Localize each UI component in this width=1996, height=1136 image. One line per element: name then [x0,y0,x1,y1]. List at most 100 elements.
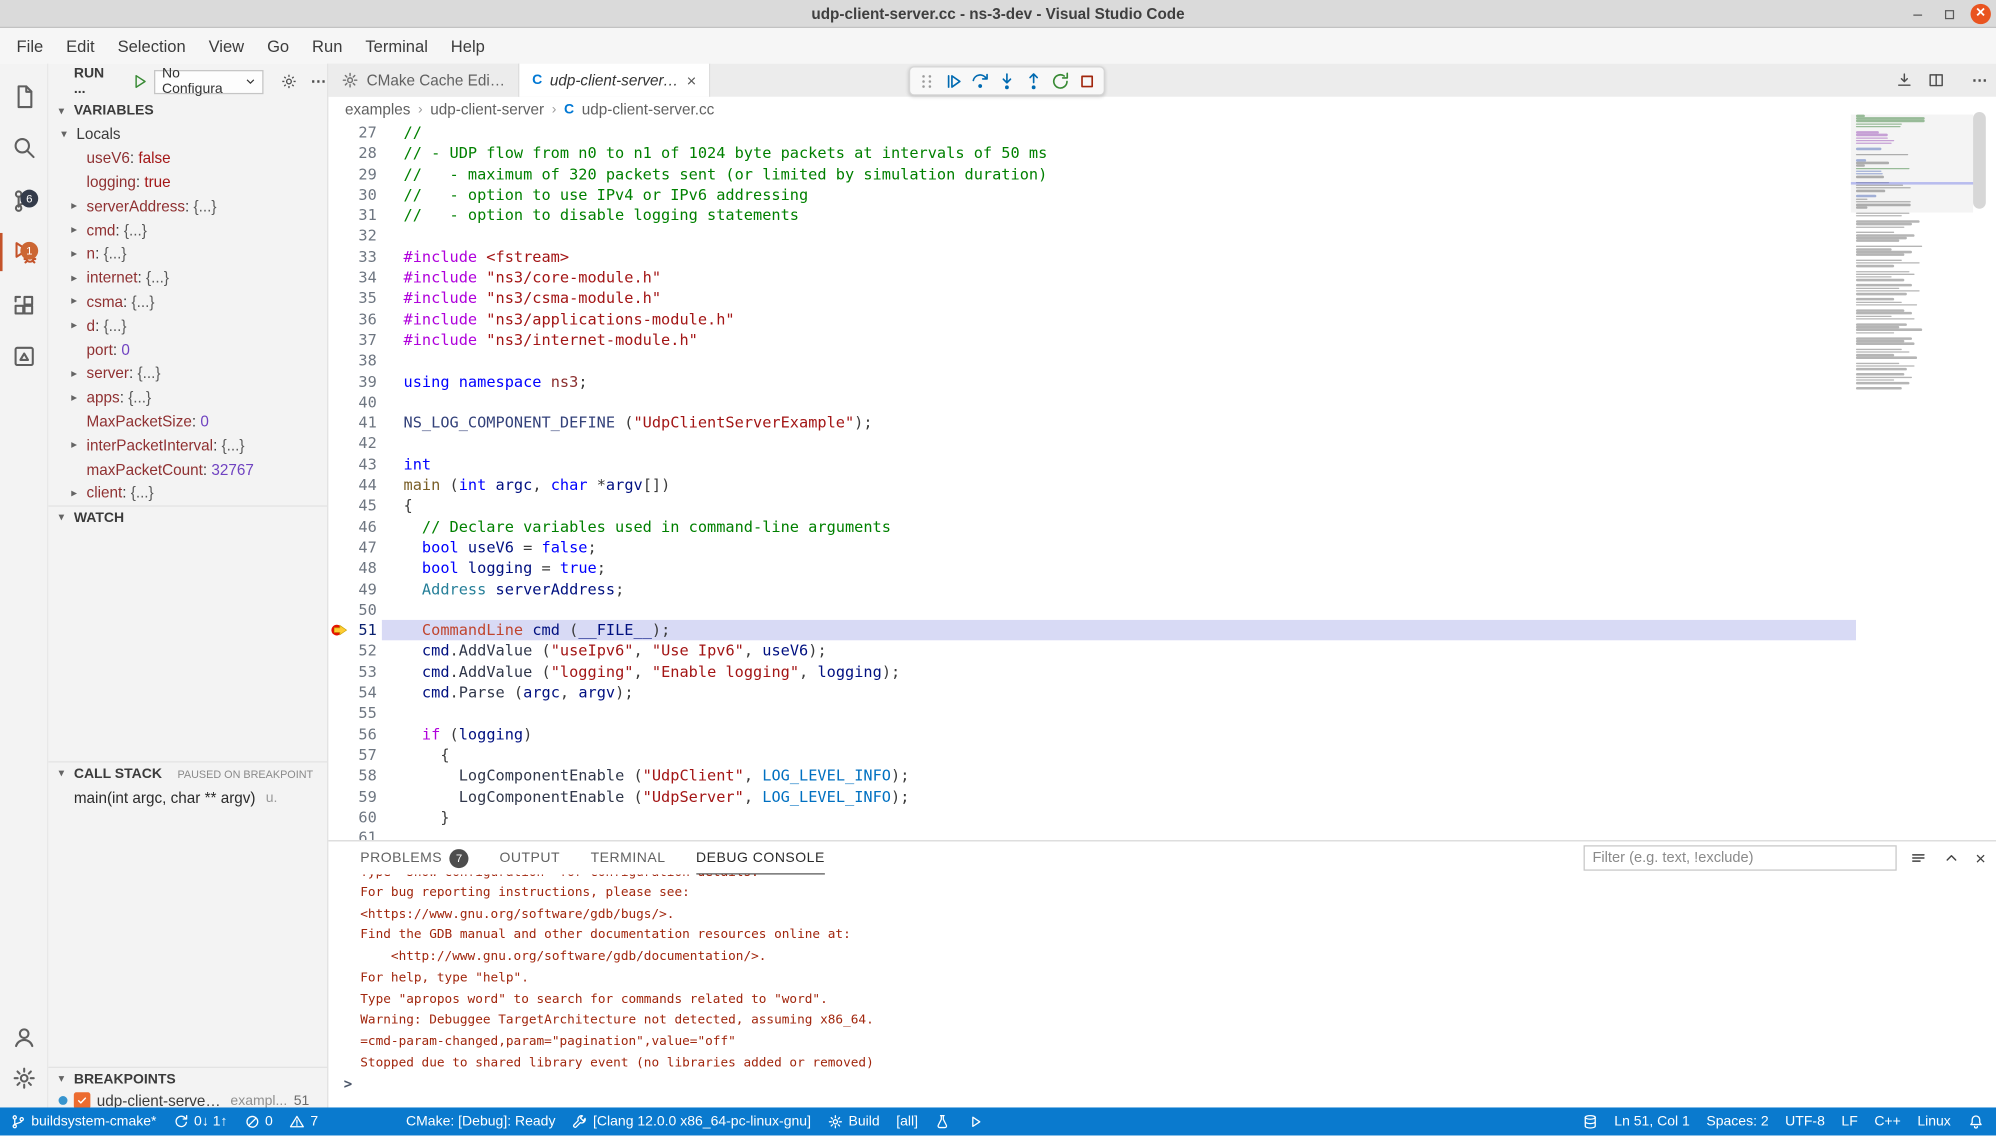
status-bell[interactable] [1967,1107,1983,1135]
status-0-1[interactable]: 0↓ 1↑ [173,1107,227,1135]
line-number[interactable]: 36 [328,309,376,330]
status-linux[interactable]: Linux [1917,1107,1950,1135]
status-cmake-debug-ready[interactable]: CMake: [Debug]: Ready [406,1107,555,1135]
line-number[interactable]: 40 [328,392,376,413]
breadcrumb-item[interactable]: udp-client-server.cc [582,101,714,119]
line-number[interactable]: 37 [328,330,376,351]
chevron-down-icon[interactable]: ▾ [61,127,67,141]
debug-settings-gear-icon[interactable] [280,73,298,91]
variable-row[interactable]: ▸n: {...} [48,242,327,266]
menu-help[interactable]: Help [439,28,496,64]
variable-row[interactable]: ▸cmd: {...} [48,218,327,242]
line-number[interactable]: 52 [328,641,376,662]
breakpoints-section-header[interactable]: ▾ BREAKPOINTS [48,1067,327,1090]
console-prompt[interactable]: > [344,1075,1971,1096]
variable-row[interactable]: ▸server: {...} [48,361,327,385]
activity-account-icon[interactable] [0,1016,47,1059]
maximize-button[interactable] [1939,4,1959,24]
line-number[interactable]: 28 [328,143,376,164]
status-beaker[interactable] [935,1107,951,1135]
line-number[interactable]: 34 [328,267,376,288]
chevron-right-icon[interactable]: ▸ [71,438,77,452]
line-number[interactable]: 39 [328,371,376,392]
variable-row[interactable]: ▸csma: {...} [48,290,327,314]
line-number[interactable]: 46 [328,516,376,537]
line-number[interactable]: 44 [328,475,376,496]
stop-button[interactable] [1077,71,1097,91]
variable-row[interactable]: logging: true [48,170,327,194]
status-all[interactable]: [all] [896,1107,918,1135]
line-number[interactable]: 56 [328,724,376,745]
variable-row[interactable]: MaxPacketSize: 0 [48,409,327,433]
line-number[interactable]: 53 [328,662,376,683]
chevron-right-icon[interactable]: ▸ [71,271,77,285]
line-number[interactable]: 47 [328,537,376,558]
variable-row[interactable]: ▸serverAddress: {...} [48,194,327,218]
line-number[interactable]: 29 [328,164,376,185]
line-number[interactable]: 43 [328,454,376,475]
status-ln-51-col-1[interactable]: Ln 51, Col 1 [1614,1107,1690,1135]
watch-section-header[interactable]: ▾ WATCH [48,505,327,528]
callstack-section-header[interactable]: ▾ CALL STACK PAUSED ON BREAKPOINT [48,761,327,784]
line-number[interactable]: 32 [328,226,376,247]
variable-row[interactable]: ▸internet: {...} [48,266,327,290]
activity-search-icon[interactable] [0,126,47,169]
close-button[interactable]: ✕ [1971,4,1991,24]
line-number[interactable]: 38 [328,350,376,371]
variable-row[interactable]: maxPacketCount: 32767 [48,457,327,481]
debug-config-dropdown[interactable]: No Configura [154,69,263,93]
status-c[interactable]: C++ [1874,1107,1900,1135]
debug-console-output[interactable]: Type "show configuration" for configurat… [344,875,1971,1108]
status-spaces-2[interactable]: Spaces: 2 [1706,1107,1768,1135]
chevron-right-icon[interactable]: ▸ [71,390,77,404]
callstack-frame[interactable]: main(int argc, char ** argv) u. [48,787,327,810]
minimap-slider[interactable] [1851,115,1973,213]
menu-terminal[interactable]: Terminal [354,28,439,64]
activity-cmake-tools-icon[interactable] [0,335,47,378]
menu-selection[interactable]: Selection [106,28,197,64]
panel-tab-terminal[interactable]: TERMINAL [591,841,666,874]
line-number[interactable]: 60 [328,807,376,828]
variable-row[interactable]: ▸interPacketInterval: {...} [48,433,327,457]
step-out-button[interactable] [1023,71,1043,91]
line-number[interactable]: 59 [328,786,376,807]
line-number[interactable]: 57 [328,745,376,766]
line-number[interactable]: 55 [328,703,376,724]
chevron-right-icon[interactable]: ▸ [71,486,77,500]
split-editor-icon[interactable] [1927,71,1945,89]
chevron-right-icon[interactable]: ▸ [71,223,77,237]
tab-udp-client-server-cc[interactable]: Cudp-client-server.cc× [519,64,710,97]
maximize-panel-icon[interactable] [1942,849,1960,867]
variable-row[interactable]: ▾Locals [48,122,327,146]
status-clang-12-0-0-x86-64-pc-linux-gnu[interactable]: [Clang 12.0.0 x86_64-pc-linux-gnu] [572,1107,811,1135]
menu-run[interactable]: Run [301,28,354,64]
step-into-button[interactable] [997,71,1017,91]
close-icon[interactable]: × [687,71,697,90]
close-panel-icon[interactable]: × [1975,848,1985,868]
status-utf-8[interactable]: UTF-8 [1785,1107,1825,1135]
line-number[interactable]: 33 [328,247,376,268]
step-over-button[interactable] [970,71,990,91]
menu-edit[interactable]: Edit [55,28,106,64]
more-actions-icon[interactable]: ⋯ [1972,71,1989,89]
status-build[interactable]: Build [828,1107,880,1135]
chevron-right-icon[interactable]: ▸ [71,366,77,380]
line-number[interactable]: 50 [328,599,376,620]
tab-cmake-cache-editor[interactable]: CMake Cache Editor [328,64,519,97]
panel-tab-debug-console[interactable]: DEBUG CONSOLE [696,841,825,874]
chevron-right-icon[interactable]: ▸ [71,295,77,309]
download-icon[interactable] [1895,71,1913,89]
status-db[interactable] [1582,1107,1598,1135]
status-lf[interactable]: LF [1841,1107,1857,1135]
code-editor[interactable]: 27//28// - UDP flow from n0 to n1 of 102… [328,122,1996,840]
activity-settings-gear-icon[interactable] [0,1057,47,1100]
menu-go[interactable]: Go [256,28,301,64]
line-number[interactable]: 31 [328,205,376,226]
variable-row[interactable]: ▸apps: {...} [48,385,327,409]
status-buildsystem-cmake[interactable]: buildsystem-cmake* [10,1107,156,1135]
line-number[interactable]: 54 [328,682,376,703]
activity-explorer-icon[interactable] [0,75,47,118]
menu-view[interactable]: View [197,28,255,64]
panel-tab-problems[interactable]: PROBLEMS7 [360,841,469,874]
line-number[interactable]: 49 [328,579,376,600]
